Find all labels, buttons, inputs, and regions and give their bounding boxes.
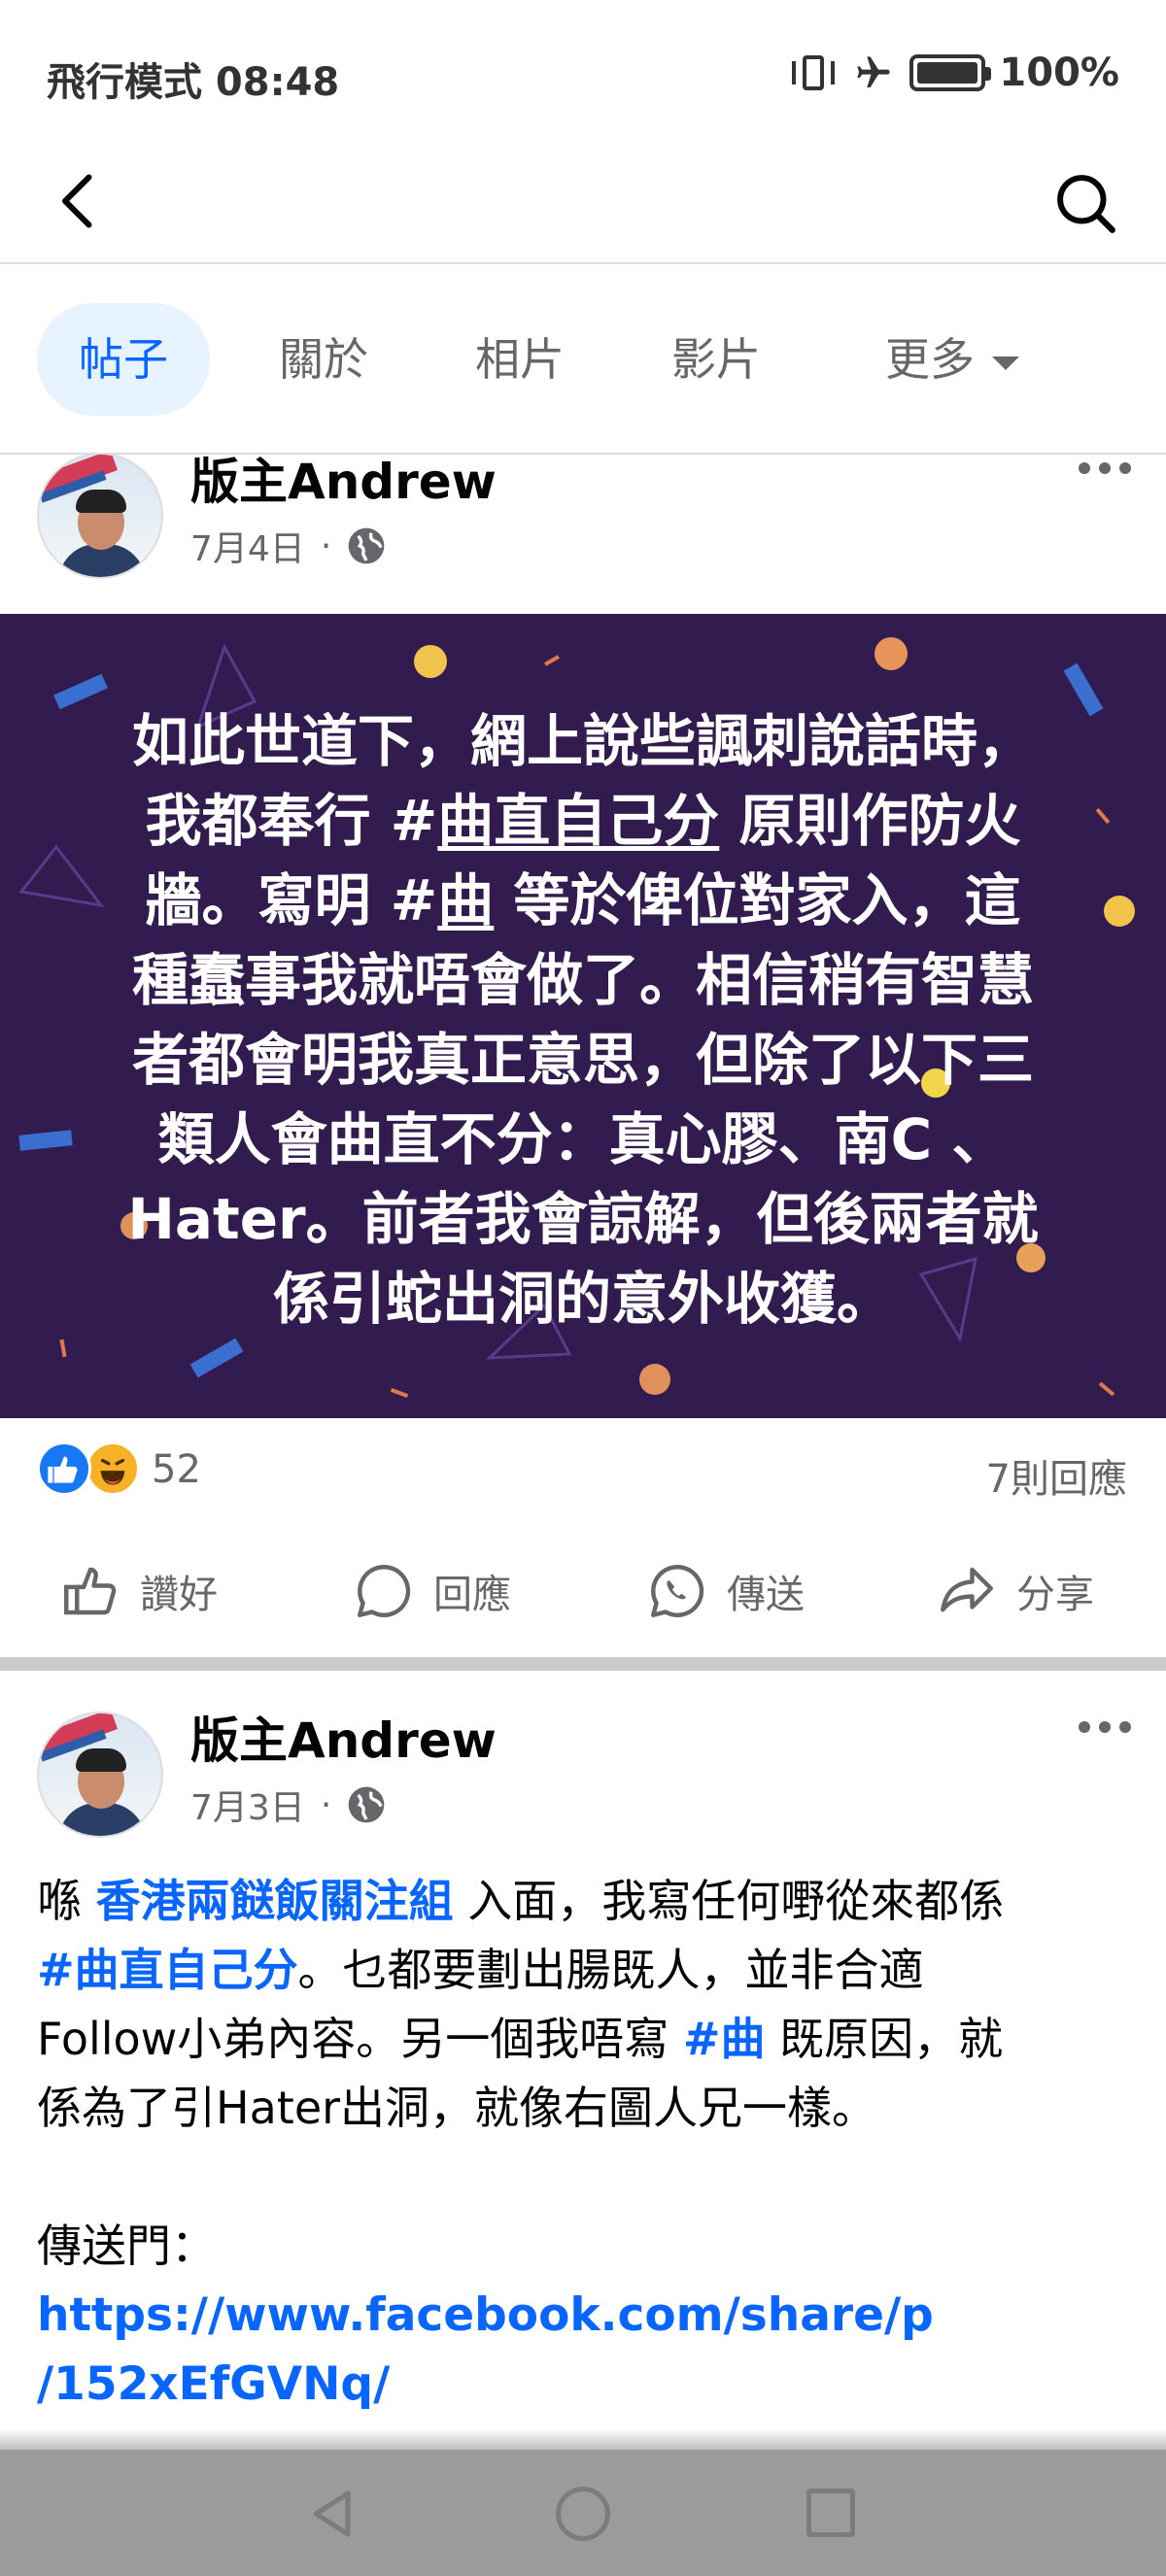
confetti-dash-icon bbox=[390, 1388, 409, 1398]
like-button[interactable]: 讚好 bbox=[58, 1535, 218, 1647]
nav-back-icon[interactable] bbox=[307, 2487, 361, 2541]
tab-posts[interactable]: 帖子 bbox=[37, 303, 210, 416]
tab-more[interactable]: 更多 bbox=[845, 303, 1059, 416]
post-author[interactable]: 版主Andrew bbox=[190, 443, 497, 513]
post-header: 版主Andrew 7月4日 · bbox=[0, 453, 1166, 608]
quote-line: 係引蛇出洞的意外收獲。 bbox=[272, 1266, 893, 1332]
quote-line: Hater。前者我會諒解，但後兩者就 bbox=[127, 1186, 1039, 1252]
tab-photos[interactable]: 相片 bbox=[439, 303, 600, 416]
like-reaction-icon bbox=[37, 1441, 91, 1496]
post-meta: 7月4日 · bbox=[190, 521, 386, 571]
nav-fade bbox=[0, 2428, 1166, 2450]
confetti-strip-icon bbox=[189, 1338, 244, 1378]
send-label: 傳送 bbox=[727, 1573, 805, 1617]
comment-button[interactable]: 回應 bbox=[352, 1535, 511, 1647]
quote-line: 如此世道下，網上說些諷刺說話時， bbox=[131, 708, 1034, 774]
search-icon[interactable] bbox=[1049, 167, 1121, 239]
reaction-summary[interactable]: 52 7則回應 bbox=[0, 1418, 1166, 1521]
post-text-line: #曲直自己分。乜都要劃出腸既人，並非合適 bbox=[37, 1944, 924, 1996]
post-meta: 7月3日 · bbox=[190, 1779, 386, 1830]
more-options-icon[interactable] bbox=[1079, 1721, 1131, 1733]
confetti-dot-icon bbox=[874, 637, 908, 670]
send-button[interactable]: 傳送 bbox=[645, 1535, 805, 1647]
post-header: 版主Andrew 7月3日 · bbox=[0, 1712, 1166, 1867]
hashtag-link[interactable]: #曲 bbox=[683, 2013, 766, 2065]
post-text-line: 係為了引Hater出洞，就像右圖人兄一樣。 bbox=[37, 2082, 877, 2134]
nav-home-icon[interactable] bbox=[556, 2487, 610, 2541]
quote-line: 類人會曲直不分：真心膠、南C 、 bbox=[157, 1106, 1009, 1172]
globe-icon bbox=[348, 1786, 385, 1823]
caret-down-icon bbox=[992, 356, 1019, 370]
system-nav-bar bbox=[0, 2450, 1166, 2576]
post-date[interactable]: 7月4日 bbox=[190, 521, 305, 571]
airplane-icon bbox=[857, 56, 891, 87]
quote-line: 我都奉行 #曲直自己分 原則作防火 bbox=[145, 788, 1021, 854]
confetti-dash-icon bbox=[1095, 807, 1111, 825]
post-author[interactable]: 版主Andrew bbox=[190, 1702, 497, 1772]
post-text-line: 喺 香港兩餸飯關注組 入面，我寫任何嘢從來都係 bbox=[37, 1875, 1005, 1927]
haha-reaction-icon bbox=[86, 1441, 140, 1496]
profile-tabs: 帖子 關於 相片 影片 更多 bbox=[0, 264, 1166, 455]
tab-about[interactable]: 關於 bbox=[243, 303, 404, 416]
post-text-line: Follow小弟內容。另一個我唔寫 #曲 既原因，就 bbox=[37, 2013, 1004, 2065]
thumbs-up-icon bbox=[64, 1567, 117, 1615]
nav-recents-icon[interactable] bbox=[806, 2489, 855, 2537]
quote-line: 者都會明我真正意思，但除了以下三 bbox=[131, 1027, 1034, 1093]
battery-icon bbox=[909, 54, 992, 91]
status-time: 飛行模式 08:48 bbox=[47, 60, 340, 105]
group-link[interactable]: 香港兩餸飯關注組 bbox=[96, 1875, 454, 1927]
back-arrow-icon[interactable] bbox=[45, 167, 113, 235]
share-url-link[interactable]: https://www.facebook.com/share/p/152xEfG… bbox=[37, 2281, 1135, 2419]
share-arrow-icon bbox=[941, 1567, 993, 1612]
post-image[interactable]: 如此世道下，網上說些諷刺說話時， 我都奉行 #曲直自己分 原則作防火 牆。寫明 … bbox=[0, 614, 1166, 1418]
globe-icon bbox=[348, 527, 385, 564]
hashtag-link[interactable]: #曲直自己分 bbox=[37, 1944, 298, 1996]
tab-videos[interactable]: 影片 bbox=[635, 303, 797, 416]
whatsapp-icon bbox=[651, 1565, 704, 1617]
battery-percent: 100% bbox=[999, 51, 1119, 95]
quote-line: 牆。寫明 #曲 等於俾位對家入，這 bbox=[145, 867, 1021, 933]
comment-count[interactable]: 7則回應 bbox=[986, 1447, 1127, 1504]
portal-label: 傳送門： bbox=[37, 2220, 216, 2272]
confetti-dot-icon bbox=[1104, 896, 1135, 927]
meta-separator: · bbox=[320, 1784, 332, 1825]
confetti-dash-icon bbox=[544, 655, 560, 666]
post-text: 喺 香港兩餸飯關注組 入面，我寫任何嘢從來都係 #曲直自己分。乜都要劃出腸既人，… bbox=[37, 1867, 1135, 2419]
comment-label: 回應 bbox=[433, 1573, 511, 1617]
page-header bbox=[0, 146, 1166, 264]
confetti-dash-icon bbox=[59, 1339, 67, 1358]
more-options-icon[interactable] bbox=[1079, 462, 1131, 474]
reaction-count[interactable]: 52 bbox=[152, 1447, 201, 1492]
confetti-dash-icon bbox=[1098, 1381, 1115, 1397]
share-button[interactable]: 分享 bbox=[935, 1535, 1094, 1647]
image-quote-text: 如此世道下，網上說些諷刺說話時， 我都奉行 #曲直自己分 原則作防火 牆。寫明 … bbox=[78, 701, 1088, 1339]
tab-more-label: 更多 bbox=[885, 333, 975, 386]
avatar[interactable] bbox=[37, 453, 163, 579]
confetti-dot-icon bbox=[639, 1364, 670, 1395]
confetti-dot-icon bbox=[414, 645, 447, 678]
post-actions: 讚好 回應 傳送 分享 bbox=[0, 1535, 1166, 1647]
avatar[interactable] bbox=[37, 1712, 163, 1838]
like-label: 讚好 bbox=[140, 1573, 218, 1617]
meta-separator: · bbox=[320, 525, 332, 566]
status-icons: 100% bbox=[789, 51, 1119, 95]
post-date[interactable]: 7月3日 bbox=[190, 1779, 305, 1830]
quote-line: 種蠢事我就唔會做了。相信稍有智慧 bbox=[131, 947, 1034, 1013]
confetti-strip-icon bbox=[18, 1130, 73, 1151]
comment-bubble-icon bbox=[358, 1565, 411, 1617]
status-bar: 飛行模式 08:48 100% bbox=[0, 0, 1166, 146]
share-label: 分享 bbox=[1016, 1573, 1094, 1617]
post-separator bbox=[0, 1657, 1166, 1671]
vibrate-icon bbox=[789, 53, 838, 92]
